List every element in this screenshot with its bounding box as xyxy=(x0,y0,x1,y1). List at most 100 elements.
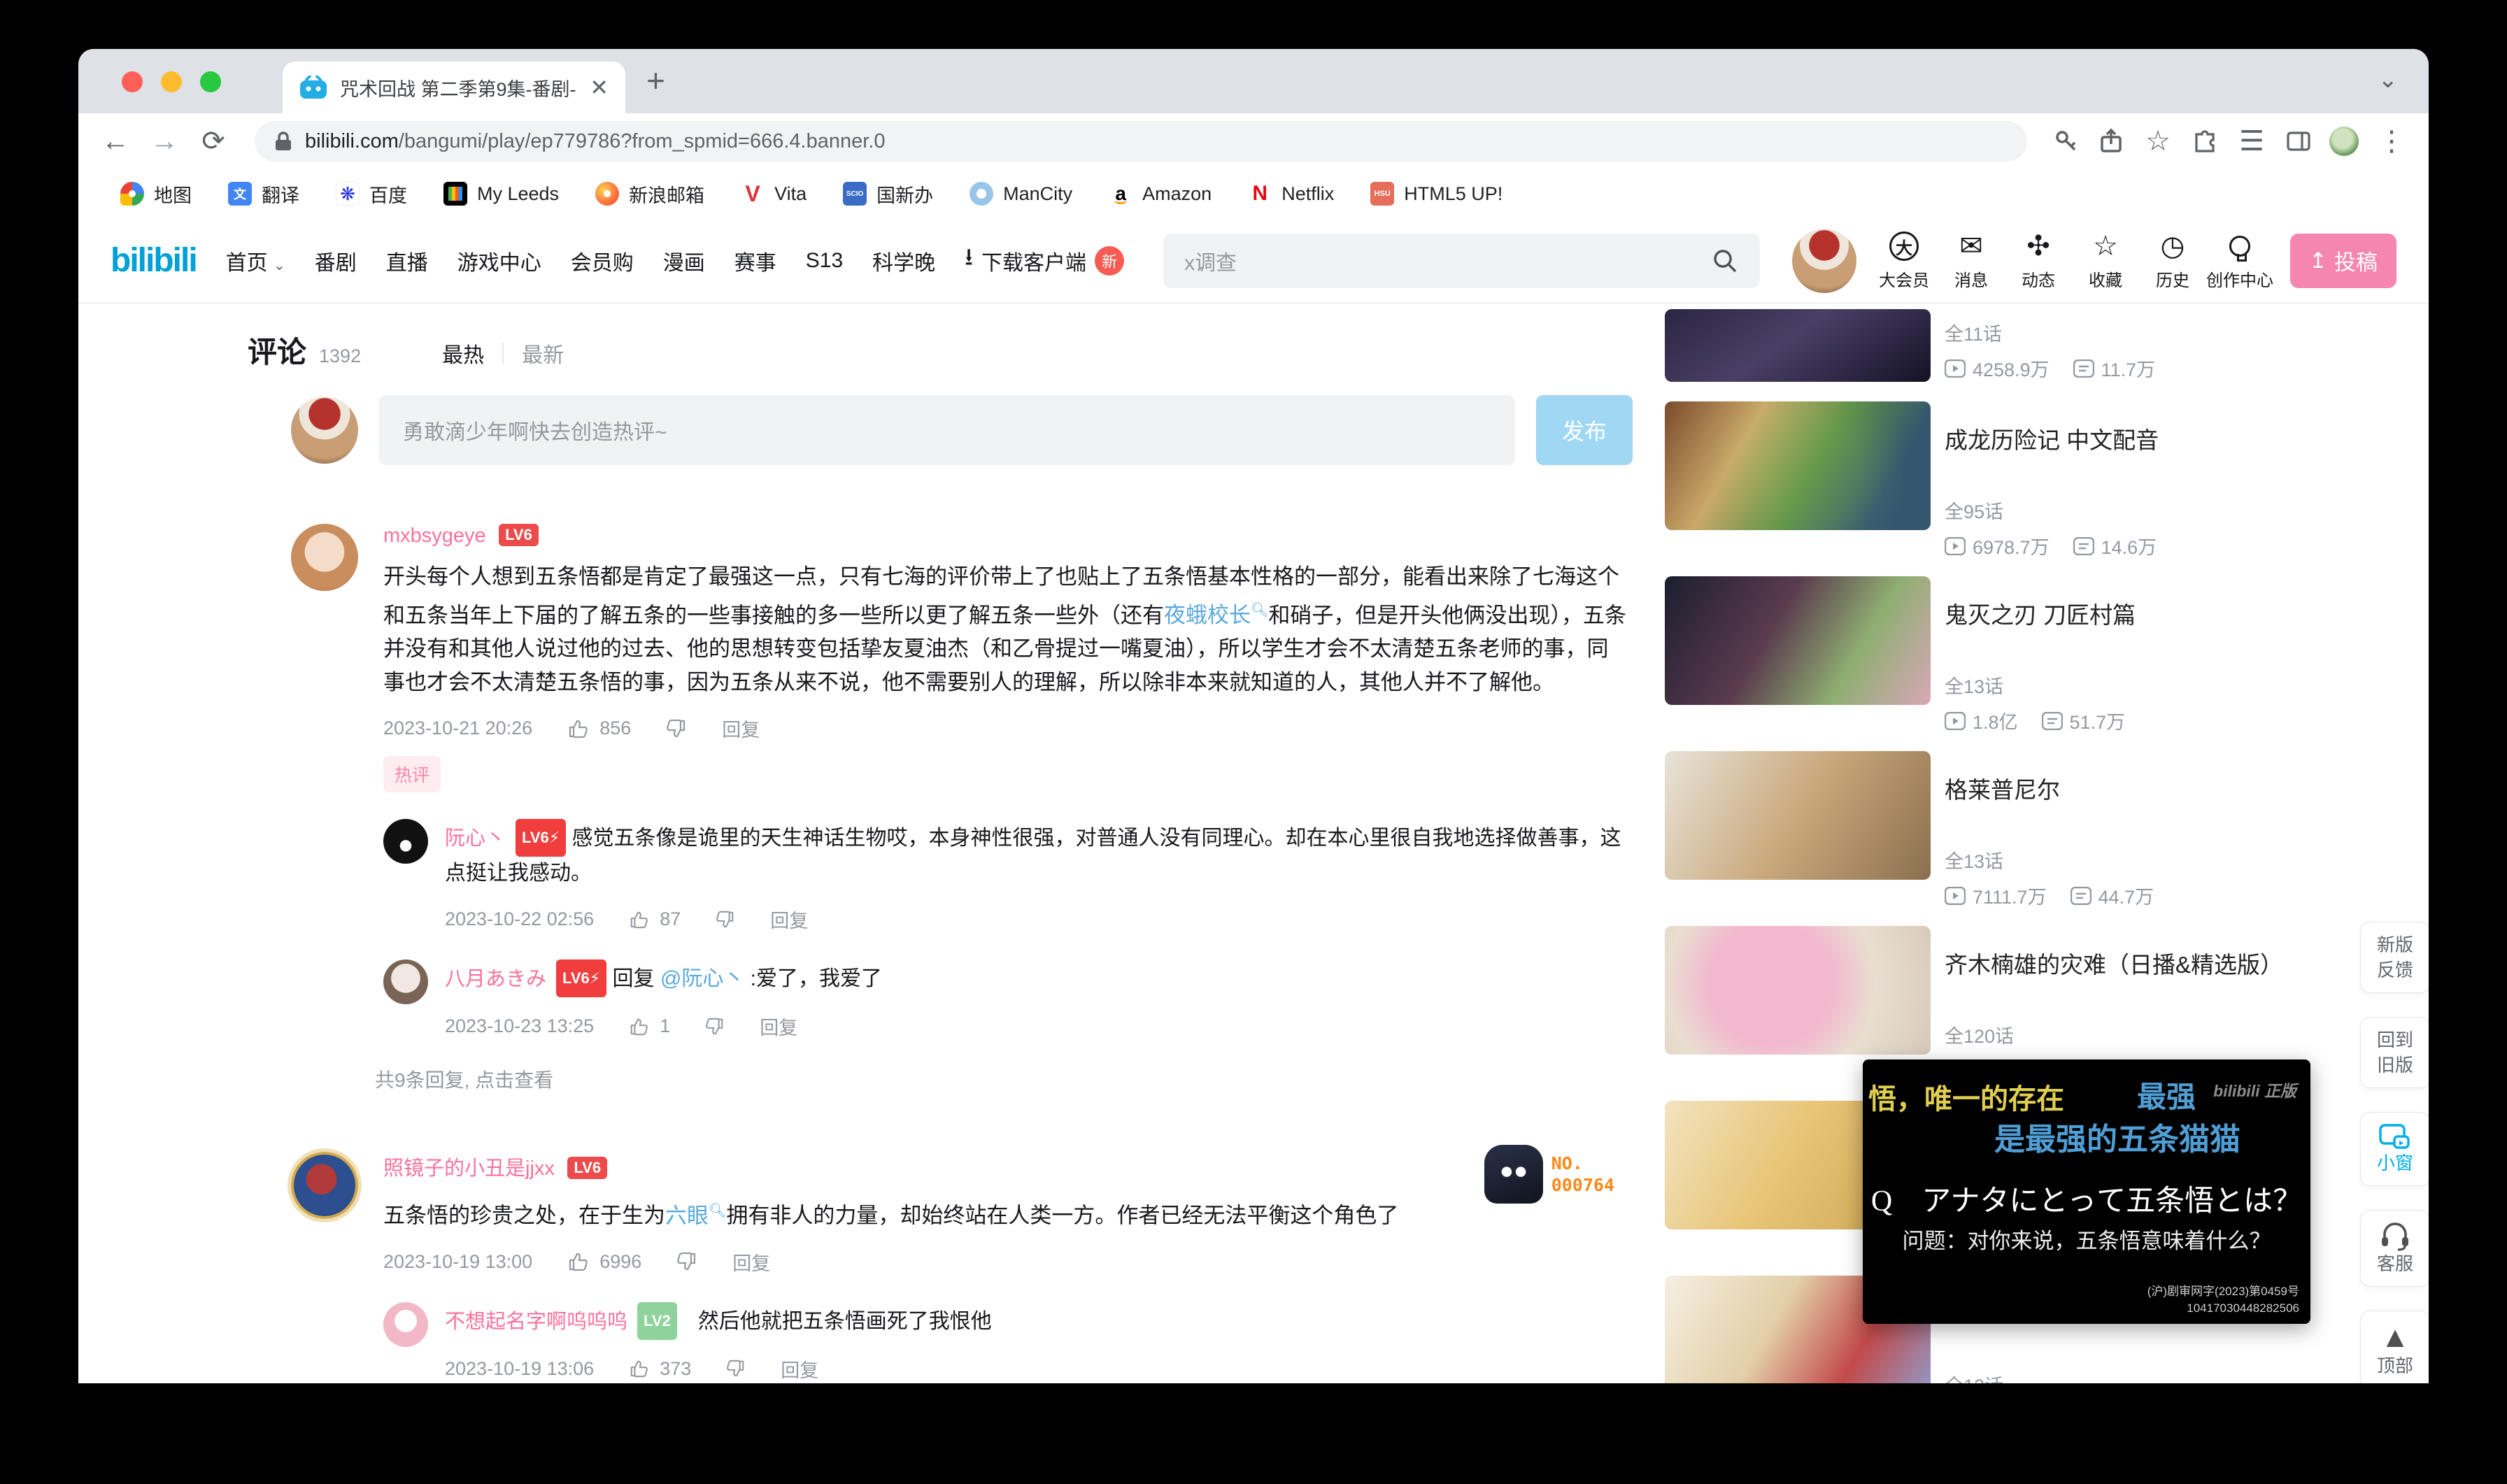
anime-title[interactable]: 鬼灭之刃 刀匠村篇 xyxy=(1945,600,2308,631)
mini-player[interactable]: 悟，唯一的存在 最强 是最强的五条猫猫 bilibili 正版 Q アナタにとっ… xyxy=(1863,1060,2310,1324)
new-tab-button[interactable]: + xyxy=(646,62,665,99)
nav-item-manga[interactable]: 漫画 xyxy=(663,245,705,276)
reply-button[interactable]: 回复 xyxy=(722,715,760,742)
bookmark-scio[interactable]: 国新办 xyxy=(843,180,933,208)
reply-avatar[interactable] xyxy=(383,959,428,1004)
tab-search-chevron-icon[interactable]: ⌄ xyxy=(2378,66,2399,94)
nav-item-game-center[interactable]: 游戏中心 xyxy=(457,245,541,276)
publish-button[interactable]: 发布 xyxy=(1536,395,1633,465)
nav-action-history[interactable]: ◷历史 xyxy=(2139,230,2206,291)
mini-window-button[interactable]: 小窗 xyxy=(2360,1112,2429,1186)
menu-kebab-icon[interactable]: ⋮ xyxy=(2375,125,2408,157)
feedback-button[interactable]: 新版反馈 xyxy=(2360,922,2429,993)
minimize-window-button[interactable] xyxy=(161,71,182,92)
thumb-up-icon[interactable] xyxy=(629,910,648,929)
view-more-replies-link[interactable]: 共9条回复, 点击查看 xyxy=(375,1065,1633,1093)
recommendation-card[interactable]: 鬼灭之刃 刀匠村篇 全13话 1.8亿 51.7万 xyxy=(1665,576,2308,705)
thumb-down-icon[interactable] xyxy=(666,718,687,739)
share-icon[interactable] xyxy=(2097,127,2125,155)
recommendation-card[interactable]: 全11话 4258.9万 11.7万 xyxy=(1665,309,2308,382)
nav-item-esports[interactable]: 赛事 xyxy=(734,245,776,276)
keyword-link[interactable]: 夜蛾校长🔍︎ xyxy=(1164,603,1268,627)
bookmark-baidu[interactable]: 百度 xyxy=(336,180,407,208)
commenter-avatar[interactable] xyxy=(291,524,358,591)
sort-hot-tab[interactable]: 最热 xyxy=(442,338,484,369)
address-bar[interactable]: bilibili.com/bangumi/play/ep779786?from_… xyxy=(255,121,2027,162)
back-to-top-button[interactable]: ▲顶部 xyxy=(2360,1311,2429,1383)
anime-thumbnail[interactable] xyxy=(1665,401,1931,530)
recommendation-card[interactable]: 格莱普尼尔 全13话 7111.7万 44.7万 xyxy=(1665,751,2308,880)
nav-item-bangumi[interactable]: 番剧 xyxy=(315,245,357,276)
search-input[interactable]: x调查 xyxy=(1163,234,1760,288)
reload-button[interactable]: ⟳ xyxy=(197,125,229,157)
nav-item-home[interactable]: 首页 ⌄ xyxy=(226,245,285,276)
nav-action-messages[interactable]: ✉消息 xyxy=(1938,230,2005,291)
bookmark-star-icon[interactable]: ☆ xyxy=(2142,125,2174,157)
reply-username[interactable]: 不想起名字啊呜呜呜 xyxy=(445,1311,627,1333)
comment-username[interactable]: 照镜子的小丑是jjxx xyxy=(383,1157,555,1180)
back-button[interactable]: ← xyxy=(99,126,132,157)
anime-thumbnail[interactable] xyxy=(1665,576,1931,705)
thumb-down-icon[interactable] xyxy=(676,1251,697,1272)
nav-item-vip-shop[interactable]: 会员购 xyxy=(571,245,634,276)
reply-username[interactable]: 八月あきみ xyxy=(445,968,546,990)
sort-new-tab[interactable]: 最新 xyxy=(522,338,564,369)
thumb-down-icon[interactable] xyxy=(726,1359,746,1378)
close-window-button[interactable] xyxy=(122,71,143,92)
old-version-button[interactable]: 回到旧版 xyxy=(2360,1017,2429,1088)
nav-action-favorites[interactable]: ☆收藏 xyxy=(2072,230,2139,291)
user-avatar[interactable] xyxy=(1792,229,1856,293)
upload-submit-button[interactable]: ↥投稿 xyxy=(2290,234,2396,288)
nav-item-live[interactable]: 直播 xyxy=(386,245,428,276)
bookmark-maps[interactable]: 地图 xyxy=(120,180,192,208)
anime-thumbnail[interactable] xyxy=(1665,751,1931,880)
thumb-up-icon[interactable] xyxy=(629,1017,648,1036)
reply-button[interactable]: 回复 xyxy=(770,906,808,933)
anime-title[interactable]: 齐木楠雄的灾难（日播&精选版） xyxy=(1945,950,2308,980)
nav-item-science-night[interactable]: 科学晚 xyxy=(872,245,935,276)
reply-button[interactable]: 回复 xyxy=(760,1013,797,1040)
comment-username[interactable]: mxbsygeye xyxy=(383,525,486,547)
thumb-up-icon[interactable] xyxy=(567,718,588,739)
maximize-window-button[interactable] xyxy=(200,71,221,92)
bookmark-html5up[interactable]: HTML5 UP! xyxy=(1370,182,1503,206)
bookmark-sina[interactable]: 新浪邮箱 xyxy=(595,180,704,208)
bookmark-amazon[interactable]: Amazon xyxy=(1109,182,1212,206)
chrome-profile-avatar[interactable] xyxy=(2329,127,2359,156)
key-icon[interactable] xyxy=(2052,127,2080,155)
thumb-down-icon[interactable] xyxy=(716,910,735,929)
bookmark-mancity[interactable]: ManCity xyxy=(970,182,1072,206)
tab-close-icon[interactable]: ✕ xyxy=(590,74,609,101)
bookmark-netflix[interactable]: Netflix xyxy=(1248,182,1334,206)
comment-input[interactable]: 勇敢滴少年啊快去创造热评~ xyxy=(379,395,1515,465)
my-avatar[interactable] xyxy=(291,397,358,464)
bookmark-vita[interactable]: Vita xyxy=(741,182,807,206)
reply-avatar[interactable] xyxy=(383,819,428,864)
anime-thumbnail[interactable] xyxy=(1665,926,1931,1055)
search-icon[interactable] xyxy=(1711,247,1739,275)
nav-action-creator-center[interactable]: 创作中心 xyxy=(2206,230,2273,291)
nav-action-vip[interactable]: 大大会员 xyxy=(1870,230,1938,291)
keyword-link[interactable]: 六眼🔍︎ xyxy=(665,1204,726,1228)
forward-button[interactable]: → xyxy=(148,126,180,157)
anime-title[interactable]: 格莱普尼尔 xyxy=(1945,775,2308,806)
browser-tab[interactable]: 咒术回战 第二季第9集-番剧-高 ✕ xyxy=(283,62,625,113)
reply-button[interactable]: 回复 xyxy=(732,1248,770,1276)
anime-thumbnail[interactable] xyxy=(1665,309,1931,382)
nav-item-s13[interactable]: S13 xyxy=(806,249,843,273)
thumb-up-icon[interactable] xyxy=(629,1359,648,1378)
anime-title[interactable]: 成龙历险记 中文配音 xyxy=(1945,425,2308,456)
commenter-avatar[interactable] xyxy=(291,1152,358,1219)
reply-username[interactable]: 阮心丶 xyxy=(445,827,506,850)
bookmark-myleeds[interactable]: My Leeds xyxy=(443,182,559,206)
reply-button[interactable]: 回复 xyxy=(781,1355,818,1383)
side-panel-icon[interactable] xyxy=(2285,127,2313,155)
mention-link[interactable]: @阮心丶 xyxy=(660,967,744,990)
recommendation-card[interactable]: 齐木楠雄的灾难（日播&精选版） 全120话 2.9亿 132.5万 xyxy=(1665,926,2308,1055)
bookmark-translate[interactable]: 翻译 xyxy=(228,180,299,208)
thumb-down-icon[interactable] xyxy=(705,1017,725,1036)
customer-service-button[interactable]: 客服 xyxy=(2360,1210,2429,1287)
reply-avatar[interactable] xyxy=(383,1302,428,1347)
nav-action-dynamics[interactable]: ✣动态 xyxy=(2005,230,2072,291)
thumb-up-icon[interactable] xyxy=(567,1251,588,1272)
